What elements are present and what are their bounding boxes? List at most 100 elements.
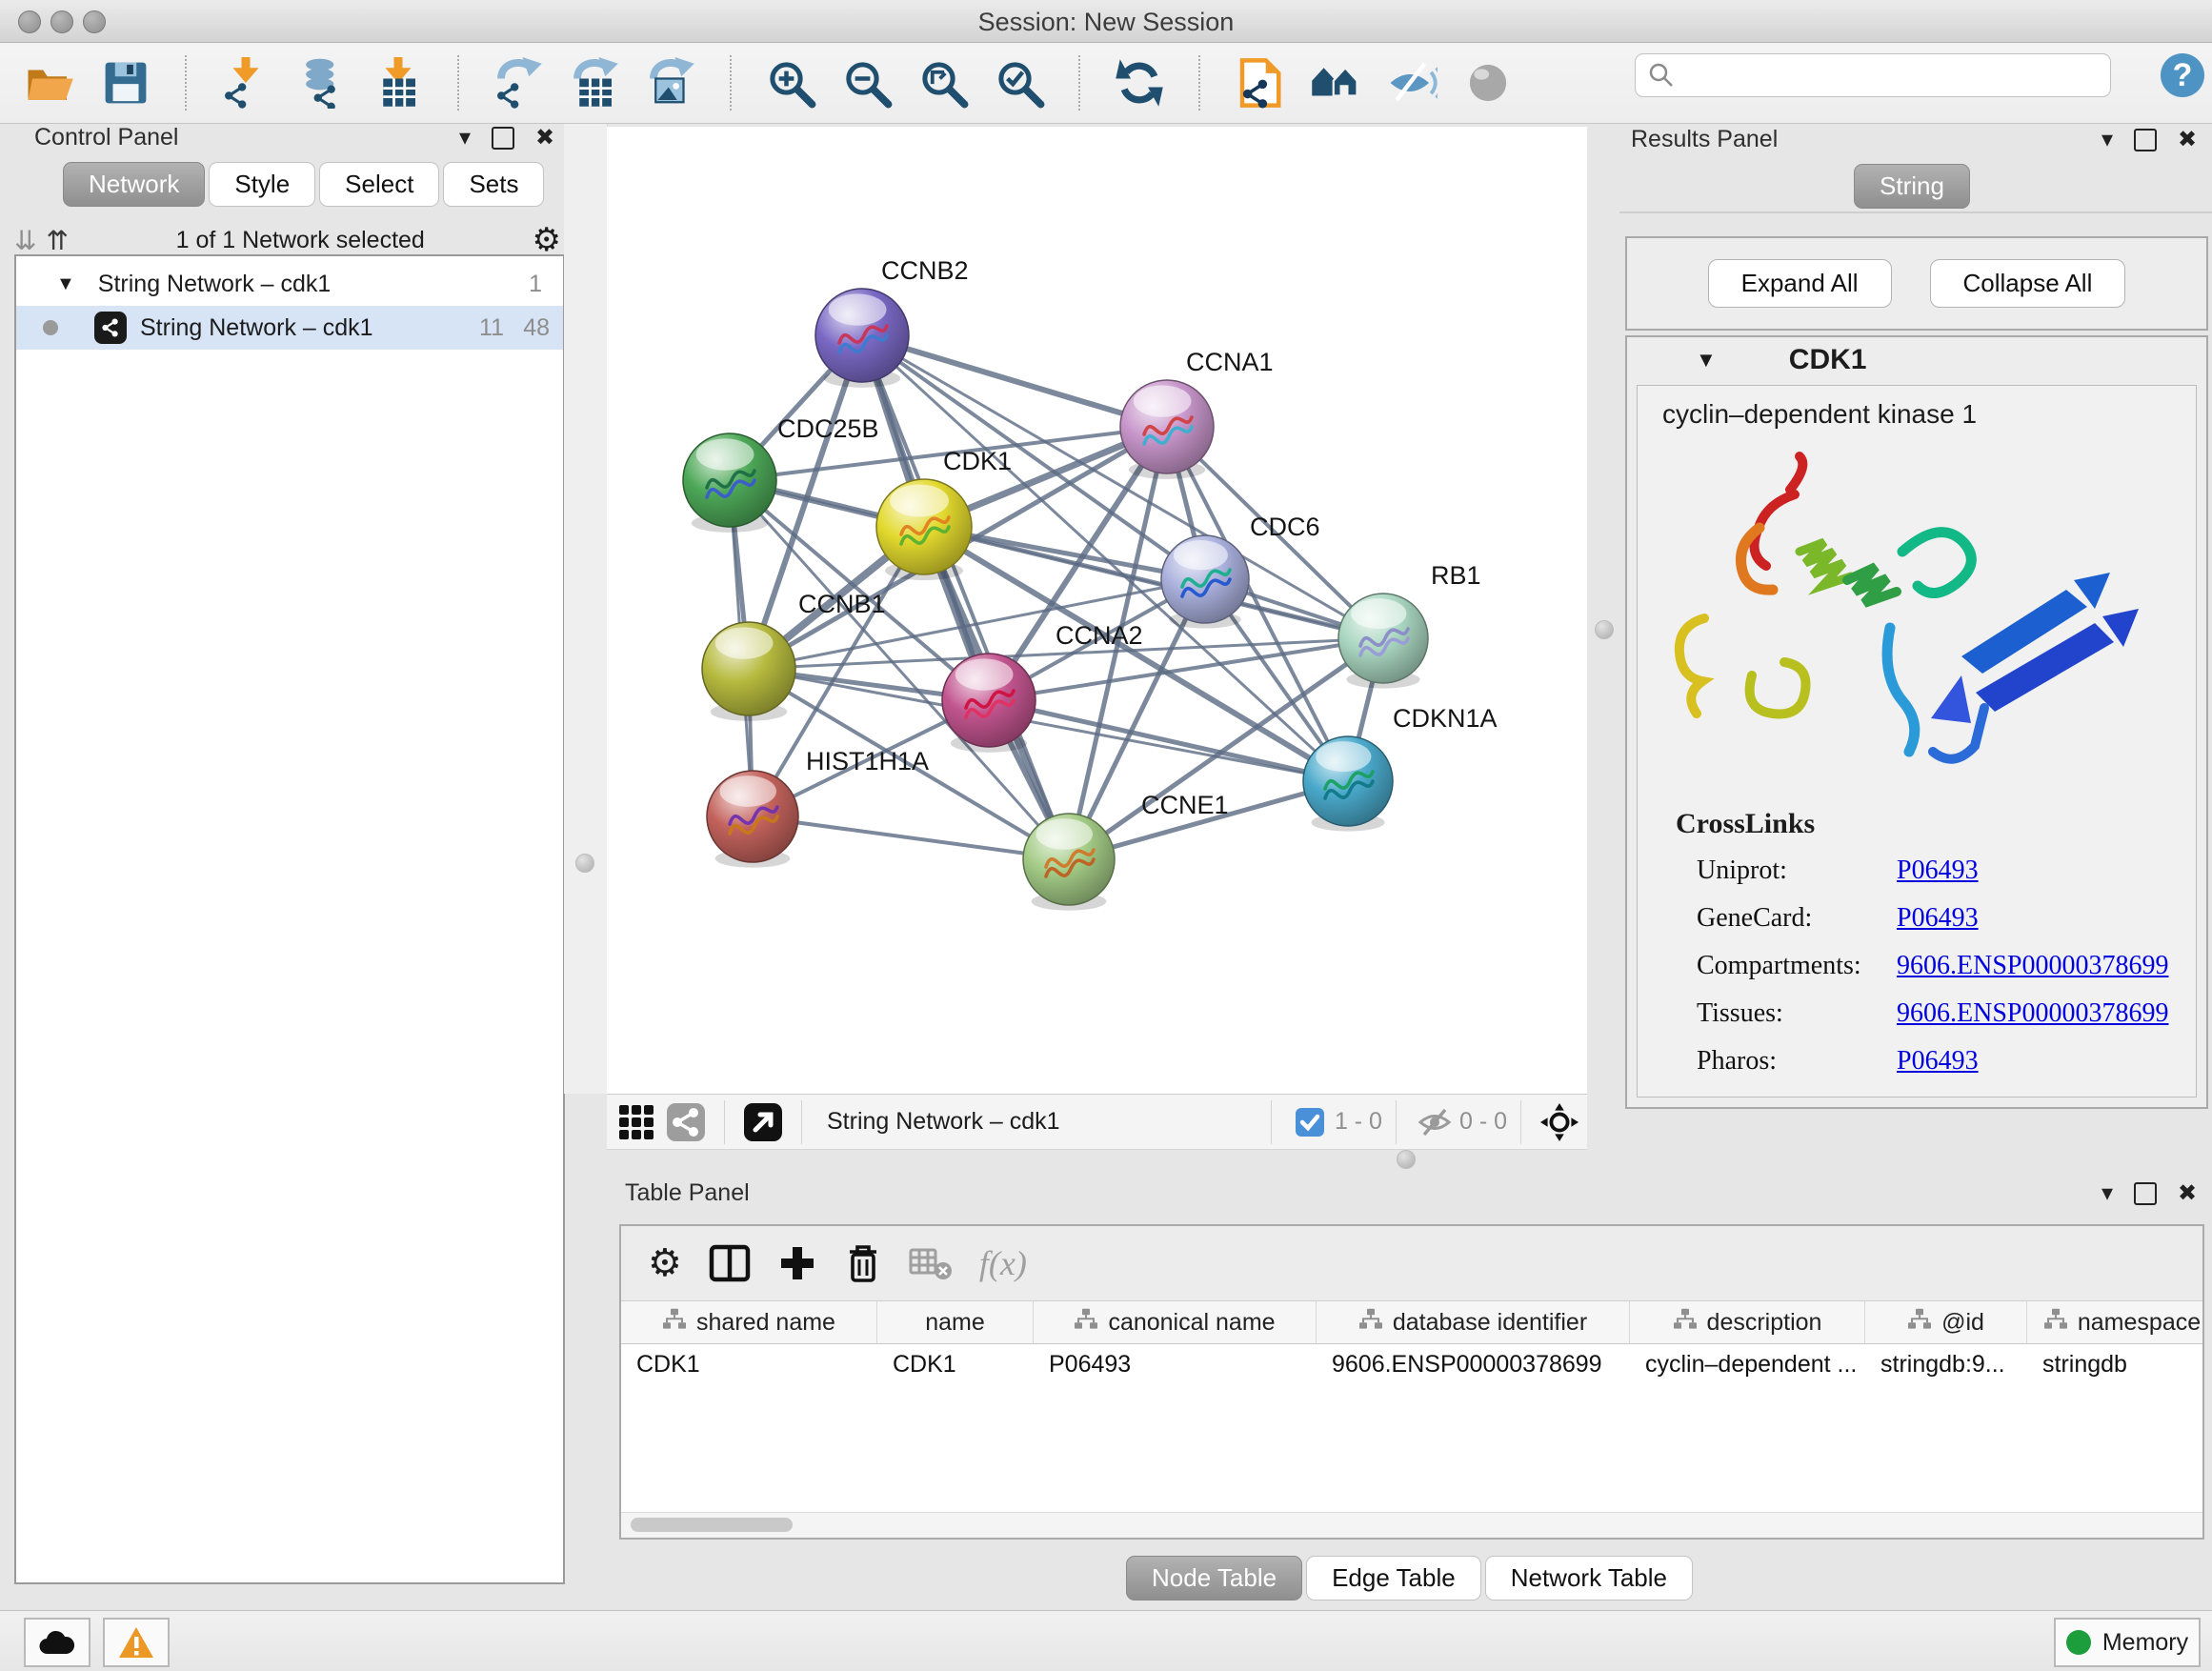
crosslink-label: Uniprot: <box>1697 856 1897 886</box>
table-panel-float-icon[interactable] <box>2134 1182 2157 1205</box>
tab-network[interactable]: Network <box>63 162 205 207</box>
search-input[interactable] <box>1635 53 2111 97</box>
column-header--id[interactable]: @id <box>1865 1301 2027 1343</box>
crosslink-value-link[interactable]: 9606.ENSP00000378699 <box>1897 951 2168 981</box>
expand-all-button[interactable]: Expand All <box>1708 259 1892 308</box>
string-document-icon[interactable] <box>1230 53 1289 112</box>
table-panel-menu-icon[interactable]: ▾ <box>2101 1179 2113 1207</box>
network-node[interactable]: CCNB2 <box>815 256 969 388</box>
hierarchy-column-icon <box>1673 1308 1698 1338</box>
crosslink-value-link[interactable]: P06493 <box>1897 856 1979 886</box>
hide-glass-icon[interactable] <box>1382 53 1441 112</box>
export-table-icon[interactable] <box>565 53 624 112</box>
control-panel-close-icon[interactable]: ✖ <box>535 124 554 151</box>
selected-checkbox-icon[interactable] <box>1290 1102 1330 1142</box>
table-horizontal-scrollbar[interactable] <box>621 1512 2202 1538</box>
zoom-in-icon[interactable] <box>761 53 820 112</box>
control-panel-float-icon[interactable] <box>492 127 514 150</box>
tab-network-table[interactable]: Network Table <box>1485 1556 1693 1601</box>
network-options-gear-icon[interactable]: ⚙ <box>533 221 561 259</box>
tab-style[interactable]: Style <box>209 162 315 207</box>
horizontal-splitter-handle[interactable] <box>1397 1150 1416 1169</box>
network-node[interactable]: CDKN1A <box>1303 704 1498 832</box>
collapse-all-button[interactable]: Collapse All <box>1930 259 2126 308</box>
table-panel-close-icon[interactable]: ✖ <box>2178 1179 2197 1207</box>
column-header-name[interactable]: name <box>877 1301 1034 1343</box>
node-table: ⚙ f(x) shared namenamecanonical namedata… <box>619 1224 2204 1540</box>
left-splitter[interactable] <box>564 124 608 1094</box>
birdseye-grid-icon[interactable] <box>616 1102 656 1142</box>
collection-expand-icon[interactable]: ▼ <box>56 273 75 295</box>
column-header-canonical-name[interactable]: canonical name <box>1034 1301 1317 1343</box>
column-header-description[interactable]: description <box>1630 1301 1865 1343</box>
tab-string[interactable]: String <box>1854 164 1970 209</box>
refresh-icon[interactable] <box>1110 53 1169 112</box>
export-network-icon[interactable] <box>489 53 548 112</box>
save-session-icon[interactable] <box>96 53 155 112</box>
cloud-status-button[interactable] <box>24 1618 90 1667</box>
network-node[interactable]: CCNA1 <box>1120 348 1274 479</box>
hidden-eye-icon[interactable] <box>1415 1102 1455 1142</box>
table-cell[interactable]: cyclin–dependent ... <box>1630 1344 1865 1384</box>
zoom-out-icon[interactable] <box>837 53 896 112</box>
warning-status-button[interactable] <box>103 1618 170 1667</box>
memory-button[interactable]: Memory <box>2054 1618 2201 1667</box>
control-panel-menu-icon[interactable]: ▾ <box>459 124 471 151</box>
table-cell[interactable]: 9606.ENSP00000378699 <box>1317 1344 1630 1384</box>
network-node[interactable]: HIST1H1A <box>707 747 929 868</box>
network-node[interactable]: RB1 <box>1338 561 1481 689</box>
show-glass-icon[interactable] <box>1458 53 1518 112</box>
open-in-new-window-icon[interactable] <box>743 1102 783 1142</box>
network-node[interactable]: CCNB1 <box>702 590 886 721</box>
network-edge[interactable] <box>753 816 1069 859</box>
table-row[interactable]: CDK1CDK1P064939606.ENSP00000378699cyclin… <box>621 1344 2202 1384</box>
table-cell[interactable]: P06493 <box>1034 1344 1317 1384</box>
table-cell[interactable]: stringdb <box>2027 1344 2202 1384</box>
expand-all-networks-icon[interactable]: ⇈ <box>46 225 68 256</box>
network-collection-row[interactable]: ▼ String Network – cdk1 1 <box>16 262 563 306</box>
create-column-icon[interactable] <box>777 1243 817 1283</box>
network-node[interactable]: CDK1 <box>876 447 1012 580</box>
import-database-icon[interactable] <box>292 53 352 112</box>
left-splitter-handle[interactable] <box>575 854 594 873</box>
table-settings-gear-icon[interactable]: ⚙ <box>648 1241 682 1285</box>
crosslink-row: Compartments:9606.ENSP00000378699 <box>1697 951 2196 981</box>
tab-edge-table[interactable]: Edge Table <box>1306 1556 1481 1601</box>
zoom-selected-icon[interactable] <box>990 53 1049 112</box>
network-edge[interactable] <box>862 335 1167 427</box>
network-canvas[interactable]: CCNB2CCNA1CDC25BCDK1CDC6RB1CCNB1CCNA2CDK… <box>607 127 1587 1094</box>
column-header-namespace[interactable]: namespace <box>2027 1301 2202 1343</box>
crosslink-value-link[interactable]: 9606.ENSP00000378699 <box>1897 998 2168 1029</box>
scrollbar-thumb[interactable] <box>631 1518 793 1532</box>
network-row[interactable]: String Network – cdk1 11 48 <box>16 306 563 350</box>
results-panel-menu-icon[interactable]: ▾ <box>2101 126 2113 153</box>
table-cell[interactable]: stringdb:9... <box>1865 1344 2027 1384</box>
collapse-all-networks-icon[interactable]: ⇊ <box>14 225 36 256</box>
delete-column-trash-icon[interactable] <box>844 1242 882 1284</box>
gene-collapse-icon[interactable]: ▼ <box>1696 348 1717 372</box>
fit-content-crosshair-icon[interactable] <box>1539 1102 1579 1142</box>
open-session-icon[interactable] <box>20 53 79 112</box>
crosslink-value-link[interactable]: P06493 <box>1897 903 1979 934</box>
import-network-icon[interactable] <box>216 53 275 112</box>
zoom-fit-icon[interactable] <box>914 53 973 112</box>
string-home-icon[interactable] <box>1306 53 1365 112</box>
gene-section-header[interactable]: ▼ CDK1 <box>1627 337 2206 383</box>
show-columns-icon[interactable] <box>709 1242 751 1284</box>
tab-select[interactable]: Select <box>319 162 439 207</box>
tab-sets[interactable]: Sets <box>443 162 544 207</box>
table-cell[interactable]: CDK1 <box>877 1344 1034 1384</box>
results-panel-float-icon[interactable] <box>2134 129 2157 151</box>
column-header-database-identifier[interactable]: database identifier <box>1317 1301 1630 1343</box>
table-cell[interactable]: CDK1 <box>621 1344 877 1384</box>
column-header-shared-name[interactable]: shared name <box>621 1301 877 1343</box>
help-button[interactable]: ? <box>2159 51 2206 99</box>
export-image-icon[interactable] <box>641 53 700 112</box>
tab-node-table[interactable]: Node Table <box>1126 1556 1302 1601</box>
import-table-icon[interactable] <box>369 53 428 112</box>
right-splitter-handle[interactable] <box>1595 620 1614 639</box>
crosslink-value-link[interactable]: P06493 <box>1897 1046 1979 1077</box>
network-node[interactable]: CCNE1 <box>1023 791 1229 911</box>
results-panel-close-icon[interactable]: ✖ <box>2178 126 2197 153</box>
network-edge[interactable] <box>989 700 1348 781</box>
